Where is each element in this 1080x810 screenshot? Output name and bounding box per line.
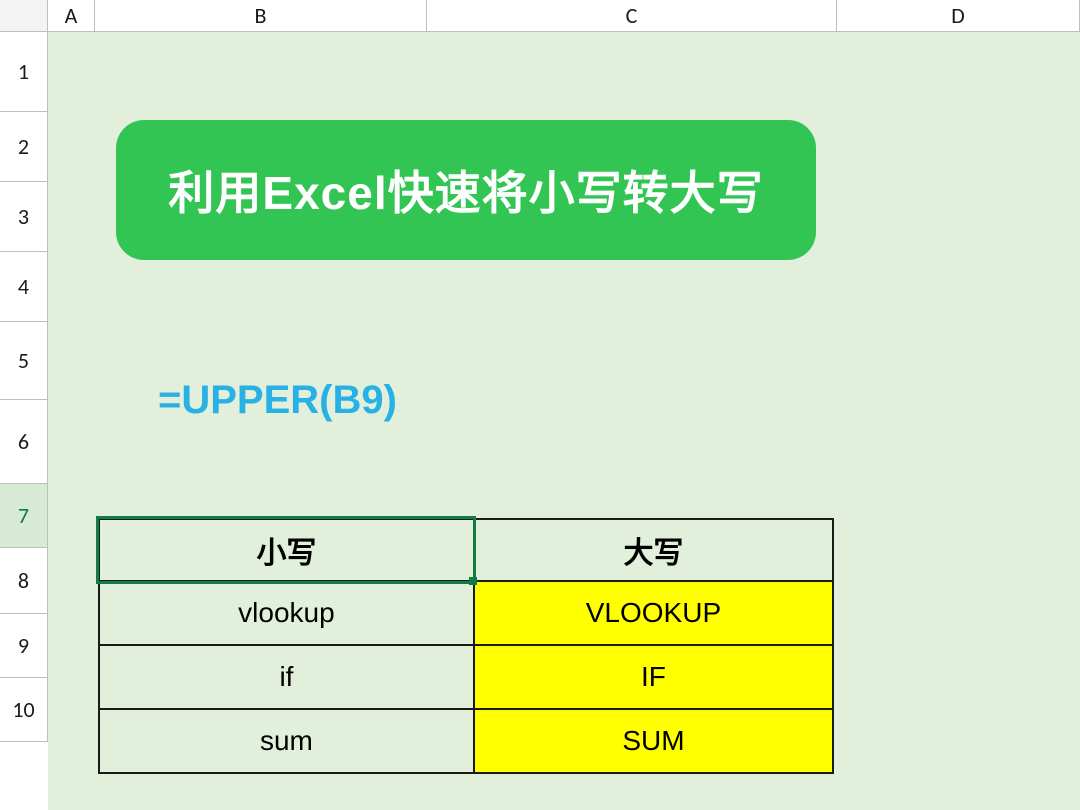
cell-upper[interactable]: SUM: [474, 709, 833, 773]
column-header-c[interactable]: C: [427, 0, 837, 32]
cell-lower[interactable]: sum: [99, 709, 474, 773]
title-banner-text: 利用Excel快速将小写转大写: [168, 157, 763, 223]
row-header-9[interactable]: 9: [0, 614, 48, 678]
header-upper[interactable]: 大写: [474, 519, 833, 581]
cell-upper[interactable]: IF: [474, 645, 833, 709]
formula-annotation: =UPPER(B9): [158, 378, 397, 423]
table-header-row: 小写 大写: [99, 519, 833, 581]
cell-lower[interactable]: vlookup: [99, 581, 474, 645]
column-header-d[interactable]: D: [837, 0, 1080, 32]
title-banner: 利用Excel快速将小写转大写: [116, 120, 816, 260]
row-header-8[interactable]: 8: [0, 548, 48, 614]
column-headers: ABCD: [0, 0, 1080, 32]
row-header-4[interactable]: 4: [0, 252, 48, 322]
row-header-6[interactable]: 6: [0, 400, 48, 484]
column-header-b[interactable]: B: [95, 0, 427, 32]
table-row: sumSUM: [99, 709, 833, 773]
table-row: ifIF: [99, 645, 833, 709]
header-lower[interactable]: 小写: [99, 519, 474, 581]
row-headers: 12345678910: [0, 32, 48, 742]
row-header-7[interactable]: 7: [0, 484, 48, 548]
row-header-5[interactable]: 5: [0, 322, 48, 400]
row-header-1[interactable]: 1: [0, 32, 48, 112]
select-all-corner[interactable]: [0, 0, 48, 32]
row-header-3[interactable]: 3: [0, 182, 48, 252]
row-header-10[interactable]: 10: [0, 678, 48, 742]
column-header-a[interactable]: A: [48, 0, 95, 32]
row-header-2[interactable]: 2: [0, 112, 48, 182]
cell-upper[interactable]: VLOOKUP: [474, 581, 833, 645]
spreadsheet-window: ABCD 12345678910 利用Excel快速将小写转大写 =UPPER(…: [0, 0, 1080, 810]
cells-area[interactable]: 利用Excel快速将小写转大写 =UPPER(B9) 小写 大写 vlookup…: [48, 32, 1080, 810]
cell-lower[interactable]: if: [99, 645, 474, 709]
case-conversion-table: 小写 大写 vlookupVLOOKUPifIFsumSUM: [98, 518, 834, 774]
table-row: vlookupVLOOKUP: [99, 581, 833, 645]
